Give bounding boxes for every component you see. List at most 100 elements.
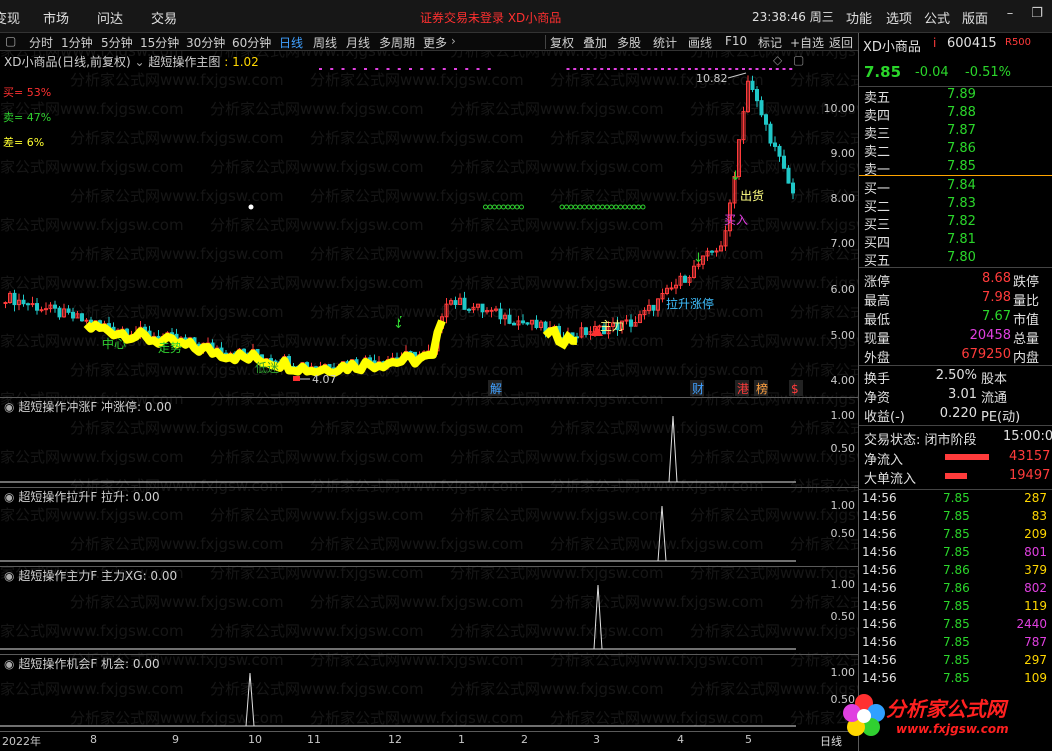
- signal-dot: [442, 68, 446, 70]
- bid-row[interactable]: 买五 7.80: [859, 250, 1052, 269]
- period-daily[interactable]: 日线: [279, 34, 303, 51]
- ask-row[interactable]: 卖五 7.89: [859, 87, 1052, 106]
- signal-dot: [647, 68, 651, 70]
- pane-collapse-icon[interactable]: ◉: [4, 400, 14, 414]
- signal-dot: [640, 68, 644, 70]
- tool-draw[interactable]: 画线: [688, 34, 712, 51]
- menu-item-bianxian[interactable]: 变现: [0, 8, 20, 27]
- pane-collapse-icon[interactable]: ◉: [4, 657, 14, 671]
- signal-dot: [397, 68, 401, 70]
- ask-row[interactable]: 卖二 7.86: [859, 141, 1052, 160]
- tool-overlay[interactable]: 叠加: [583, 34, 607, 51]
- tick-time: 14:56: [862, 635, 897, 649]
- menu-item-wenda[interactable]: 问达: [97, 8, 123, 27]
- stat-label: 外盘: [864, 351, 891, 366]
- signal-dot: [681, 68, 685, 70]
- login-status: 证券交易未登录 XD小商品: [420, 11, 562, 25]
- bid-row[interactable]: 买三 7.82: [859, 214, 1052, 233]
- tick-time: 14:56: [862, 491, 897, 505]
- period-multi[interactable]: 多周期: [379, 34, 415, 51]
- signal-dot: [586, 68, 590, 70]
- bid-price: 7.80: [947, 250, 976, 265]
- bid-row[interactable]: 买一 7.84: [859, 178, 1052, 197]
- menu-item-layout[interactable]: 版面: [962, 8, 988, 27]
- info-icon[interactable]: i: [933, 36, 936, 50]
- period-60min[interactable]: 60分钟: [232, 34, 271, 51]
- candle: [584, 327, 588, 335]
- period-weekly[interactable]: 周线: [313, 34, 337, 51]
- bid-row[interactable]: 买四 7.81: [859, 232, 1052, 251]
- tick-row: 14:56 7.85 287: [859, 491, 1052, 509]
- stat-value: 7.67: [982, 309, 1011, 324]
- menu-item-formula[interactable]: 公式: [924, 8, 950, 27]
- stat-label-2: 内盘: [1013, 351, 1040, 366]
- trade-time: 15:00:0: [1003, 429, 1052, 444]
- signal-dot: [708, 68, 712, 70]
- signal-circle: [613, 204, 619, 210]
- period-15min[interactable]: 15分钟: [140, 34, 179, 51]
- tick-volume: 787: [1024, 635, 1047, 649]
- period-fenshi[interactable]: 分时: [29, 34, 53, 51]
- minimize-icon[interactable]: –: [1002, 6, 1018, 24]
- period-1min[interactable]: 1分钟: [61, 34, 93, 51]
- sub-pane-2-title: ◉ 超短操作拉升F 拉升: 0.00: [4, 488, 160, 505]
- tool-back[interactable]: 返回: [829, 34, 853, 51]
- menu-item-trade[interactable]: 交易: [151, 8, 177, 27]
- signal-dot: [775, 68, 779, 70]
- tool-add-watchlist[interactable]: +自选: [790, 34, 824, 51]
- chevron-right-icon[interactable]: ›: [451, 34, 456, 48]
- period-monthly[interactable]: 月线: [346, 34, 370, 51]
- pane-collapse-icon[interactable]: ◉: [4, 569, 14, 583]
- signal-dot: [769, 68, 772, 70]
- menu-item-options[interactable]: 选项: [886, 8, 912, 27]
- tool-mark[interactable]: 标记: [758, 34, 782, 51]
- ask-price: 7.88: [947, 105, 976, 120]
- candle: [26, 303, 30, 306]
- ask-row[interactable]: 卖三 7.87: [859, 123, 1052, 142]
- sub-pane-1-name[interactable]: 超短操作冲涨F: [18, 400, 97, 414]
- signal-circle: [640, 204, 646, 210]
- signal-dot: [580, 68, 583, 70]
- tick-time: 14:56: [862, 581, 897, 595]
- tool-stats[interactable]: 统计: [653, 34, 677, 51]
- period-more[interactable]: 更多: [423, 34, 447, 51]
- pane-collapse-icon[interactable]: ◉: [4, 490, 14, 504]
- sub-pane-4-title: ◉ 超短操作机会F 机会: 0.00: [4, 655, 160, 672]
- ask-row[interactable]: 卖四 7.88: [859, 105, 1052, 124]
- trade-state: 交易状态: 闭市阶段: [864, 433, 977, 448]
- period-30min[interactable]: 30分钟: [186, 34, 225, 51]
- signal-circle: [595, 204, 601, 210]
- tick-time: 14:56: [862, 617, 897, 631]
- ask-price: 7.86: [947, 141, 976, 156]
- event-tag-0: 解: [490, 382, 502, 396]
- signal-dot: [465, 68, 469, 70]
- menu-item-function[interactable]: 功能: [846, 8, 872, 27]
- bigflow-value: 19497: [1009, 468, 1051, 483]
- sub-pane-3-name[interactable]: 超短操作主力F: [18, 569, 97, 583]
- signal-circle: [622, 204, 628, 210]
- watermark-text: 分析家公式网www.fxjgsw.com: [550, 709, 764, 727]
- signal-dot: [627, 68, 631, 70]
- maximize-icon[interactable]: ❐: [1029, 6, 1045, 24]
- collapse-icon[interactable]: ▢: [5, 34, 16, 48]
- down-arrow-icon: ↓: [693, 251, 704, 266]
- event-tag-3: 榜: [756, 381, 768, 396]
- candlestick-chart[interactable]: ↓ ↓ ↓ 10.82 4.07 出货买入拉升涨停主力中心 走势低迷解 财 港榜 $: [0, 52, 858, 398]
- price-tick-6: 4.00: [830, 374, 856, 387]
- signal-circle: [568, 204, 574, 210]
- high-pointer: [727, 72, 747, 79]
- tool-multistock[interactable]: 多股: [617, 34, 641, 51]
- tool-f10[interactable]: F10: [725, 34, 747, 48]
- menu-item-market[interactable]: 市场: [43, 8, 69, 27]
- annotation-zoushi: 走势: [158, 341, 182, 355]
- signal-circle: [483, 204, 488, 210]
- period-5min[interactable]: 5分钟: [101, 34, 133, 51]
- signal-dot: [661, 68, 664, 70]
- candle: [521, 320, 525, 324]
- bid-row[interactable]: 买二 7.83: [859, 196, 1052, 215]
- sub-pane-4-name[interactable]: 超短操作机会F: [18, 657, 97, 671]
- sub-pane-2-name[interactable]: 超短操作拉升F: [18, 490, 97, 504]
- tick-volume: 83: [1031, 509, 1047, 523]
- date-tick-0: 2022年: [2, 735, 41, 748]
- tool-fuquan[interactable]: 复权: [550, 34, 574, 51]
